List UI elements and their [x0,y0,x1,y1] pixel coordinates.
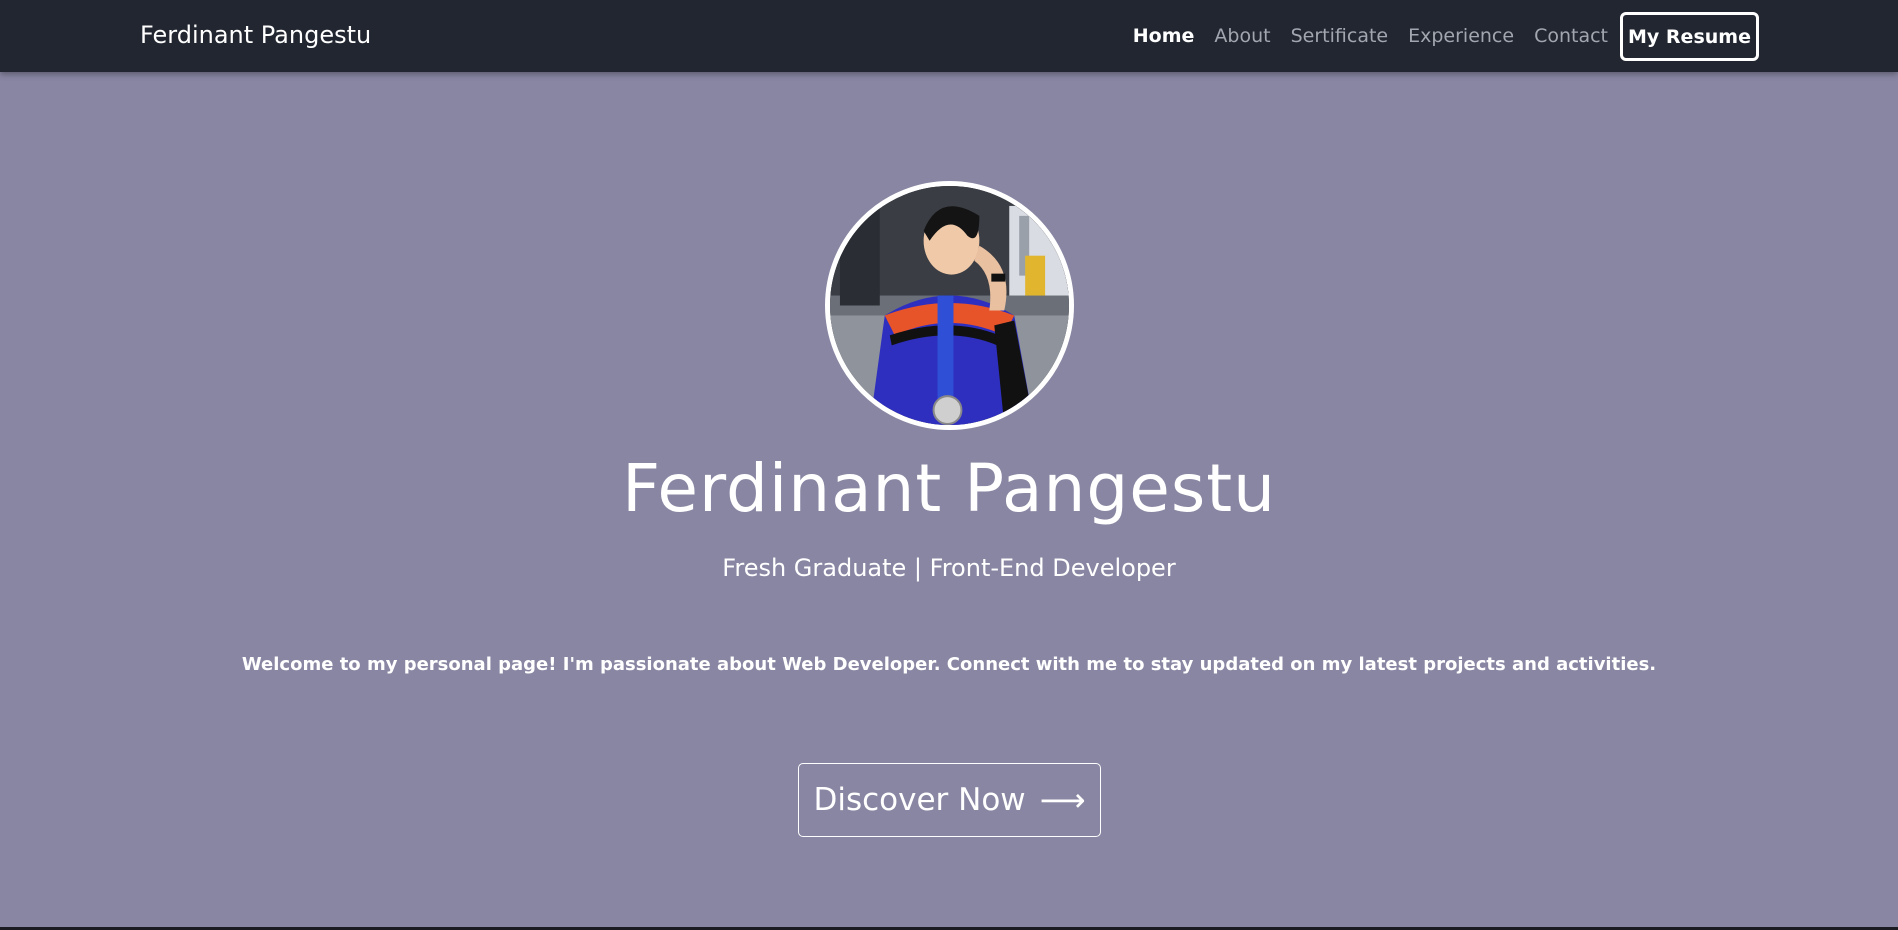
arrow-right-icon: ⟶ [1039,781,1086,819]
nav-link-about[interactable]: About [1214,25,1270,47]
top-navbar: Ferdinant Pangestu Home About Sertificat… [0,0,1898,72]
hero-section: Ferdinant Pangestu Fresh Graduate | Fron… [0,72,1898,928]
nav-link-sertificate[interactable]: Sertificate [1291,25,1389,47]
discover-now-label: Discover Now [813,782,1026,818]
nav-links: Home About Sertificate Experience Contac… [1133,0,1608,72]
profile-photo [825,181,1074,430]
hero-welcome-text: Welcome to my personal page! I'm passion… [241,654,1657,675]
profile-photo-illustration [830,186,1069,425]
discover-now-button[interactable]: Discover Now ⟶ [798,763,1101,837]
hero-subtitle: Fresh Graduate | Front-End Developer [722,554,1176,582]
brand-link[interactable]: Ferdinant Pangestu [140,0,371,72]
nav-link-contact[interactable]: Contact [1534,25,1608,47]
my-resume-button[interactable]: My Resume [1620,12,1759,61]
hero-name: Ferdinant Pangestu [622,450,1276,527]
nav-link-experience[interactable]: Experience [1408,25,1514,47]
nav-link-home[interactable]: Home [1133,25,1195,47]
